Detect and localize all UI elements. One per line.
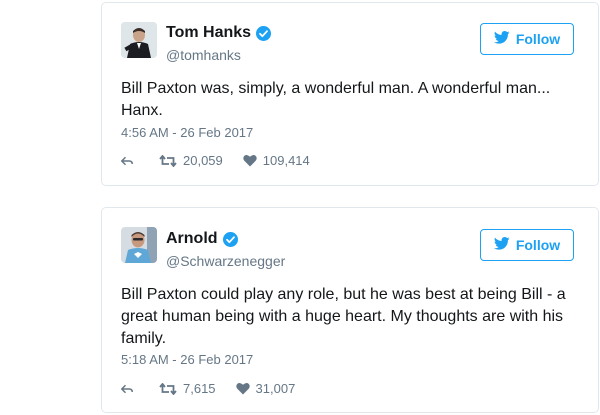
- retweet-button[interactable]: 7,615: [159, 381, 216, 396]
- name-row: Tom Hanks: [166, 24, 272, 42]
- verified-badge-icon: [222, 231, 238, 247]
- follow-button-label: Follow: [515, 237, 561, 253]
- twitter-bird-icon: [493, 237, 510, 253]
- follow-button[interactable]: Follow: [480, 229, 574, 261]
- reply-icon: [121, 384, 133, 393]
- follow-button-label: Follow: [515, 31, 561, 47]
- retweet-count: 7,615: [183, 381, 216, 396]
- retweet-icon: [159, 382, 177, 395]
- retweet-button[interactable]: 20,059: [159, 153, 223, 168]
- display-name[interactable]: Tom Hanks: [166, 24, 251, 42]
- retweet-icon: [159, 154, 177, 167]
- tweet-actions: 20,059 109,414: [121, 153, 310, 168]
- reply-button[interactable]: [121, 383, 139, 395]
- tweet-text: Bill Paxton could play any role, but he …: [121, 286, 566, 347]
- avatar[interactable]: [121, 22, 157, 58]
- tweet-text: Bill Paxton was, simply, a wonderful man…: [121, 80, 551, 119]
- tweet-card: Arnold @Schwarzenegger Follow Bill Paxto…: [101, 207, 599, 413]
- like-button[interactable]: 109,414: [243, 153, 310, 168]
- heart-icon: [235, 383, 250, 395]
- follow-button[interactable]: Follow: [480, 23, 574, 55]
- avatar[interactable]: [121, 227, 157, 263]
- verified-badge-icon: [256, 25, 272, 41]
- twitter-bird-icon: [493, 31, 510, 47]
- tweet-timestamp[interactable]: 5:18 AM - 26 Feb 2017: [121, 352, 253, 367]
- heart-icon: [243, 155, 257, 167]
- reply-button[interactable]: [121, 155, 139, 167]
- name-row: Arnold: [166, 230, 238, 248]
- reply-icon: [121, 156, 133, 165]
- tweet-card: Tom Hanks @tomhanks Follow Bill Paxton w…: [101, 2, 599, 186]
- like-button[interactable]: 31,007: [235, 381, 296, 396]
- display-name[interactable]: Arnold: [166, 230, 218, 248]
- user-handle[interactable]: @Schwarzenegger: [166, 253, 285, 269]
- retweet-count: 20,059: [183, 153, 223, 168]
- tweet-timestamp[interactable]: 4:56 AM - 26 Feb 2017: [121, 125, 253, 140]
- like-count: 109,414: [262, 153, 310, 168]
- tweet-actions: 7,615 31,007: [121, 381, 295, 396]
- user-handle[interactable]: @tomhanks: [166, 47, 241, 63]
- like-count: 31,007: [255, 381, 296, 396]
